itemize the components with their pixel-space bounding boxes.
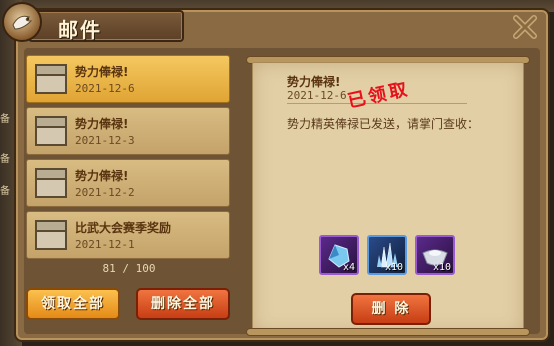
mail-date: 2021-12-6 — [75, 82, 135, 95]
mail-date: 2021-12-1 — [75, 238, 135, 251]
letter-panel: 势力俸禄! 2021-12-6 已领取 势力精英俸禄已发送，请掌门查收： x4 … — [252, 62, 524, 334]
dove-emblem-icon — [2, 2, 42, 42]
reward-item[interactable]: x4 — [319, 235, 359, 275]
reward-item[interactable]: x10 — [367, 235, 407, 275]
envelope-icon — [35, 168, 67, 198]
claimed-stamp: 已领取 — [345, 78, 412, 113]
mail-list-item[interactable]: 比武大会赛季奖励 2021-12-1 — [26, 211, 230, 259]
title-bar: 邮件 — [28, 10, 184, 42]
mail-list-item[interactable]: 势力俸禄! 2021-12-3 — [26, 107, 230, 155]
envelope-icon — [35, 64, 67, 94]
mail-list-item[interactable]: 势力俸禄! 2021-12-6 — [26, 55, 230, 103]
reward-item[interactable]: x10 — [415, 235, 455, 275]
letter-body: 势力精英俸禄已发送，请掌门查收： — [287, 117, 480, 131]
background-side-char: 备 — [0, 186, 10, 197]
delete-button[interactable]: 删 除 — [351, 293, 431, 325]
reward-quantity: x10 — [432, 262, 451, 273]
letter-subject: 势力俸禄! — [287, 75, 341, 89]
reward-quantity: x10 — [384, 262, 403, 273]
claim-all-button[interactable]: 领取全部 — [26, 288, 120, 320]
envelope-icon — [35, 116, 67, 146]
mail-list: 势力俸禄! 2021-12-6 势力俸禄! 2021-12-3 势力俸禄! 20… — [26, 52, 232, 330]
background-side-char: 备 — [0, 154, 10, 165]
close-icon — [513, 15, 537, 39]
delete-all-button[interactable]: 删除全部 — [136, 288, 230, 320]
mail-subject: 比武大会赛季奖励 — [75, 221, 172, 235]
mail-subject: 势力俸禄! — [75, 65, 129, 79]
mail-count: 81 / 100 — [102, 262, 156, 275]
scroll-rod-bottom — [246, 328, 530, 336]
reward-quantity: x4 — [342, 262, 355, 273]
letter-date: 2021-12-6 — [287, 89, 347, 102]
background-side-char: 备 — [0, 114, 10, 125]
mail-date: 2021-12-3 — [75, 134, 135, 147]
mail-subject: 势力俸禄! — [75, 117, 129, 131]
mail-date: 2021-12-2 — [75, 186, 135, 199]
close-button[interactable] — [510, 12, 540, 42]
mail-subject: 势力俸禄! — [75, 169, 129, 183]
envelope-icon — [35, 220, 67, 250]
mail-list-item[interactable]: 势力俸禄! 2021-12-2 — [26, 159, 230, 207]
window-title: 邮件 — [58, 18, 102, 42]
